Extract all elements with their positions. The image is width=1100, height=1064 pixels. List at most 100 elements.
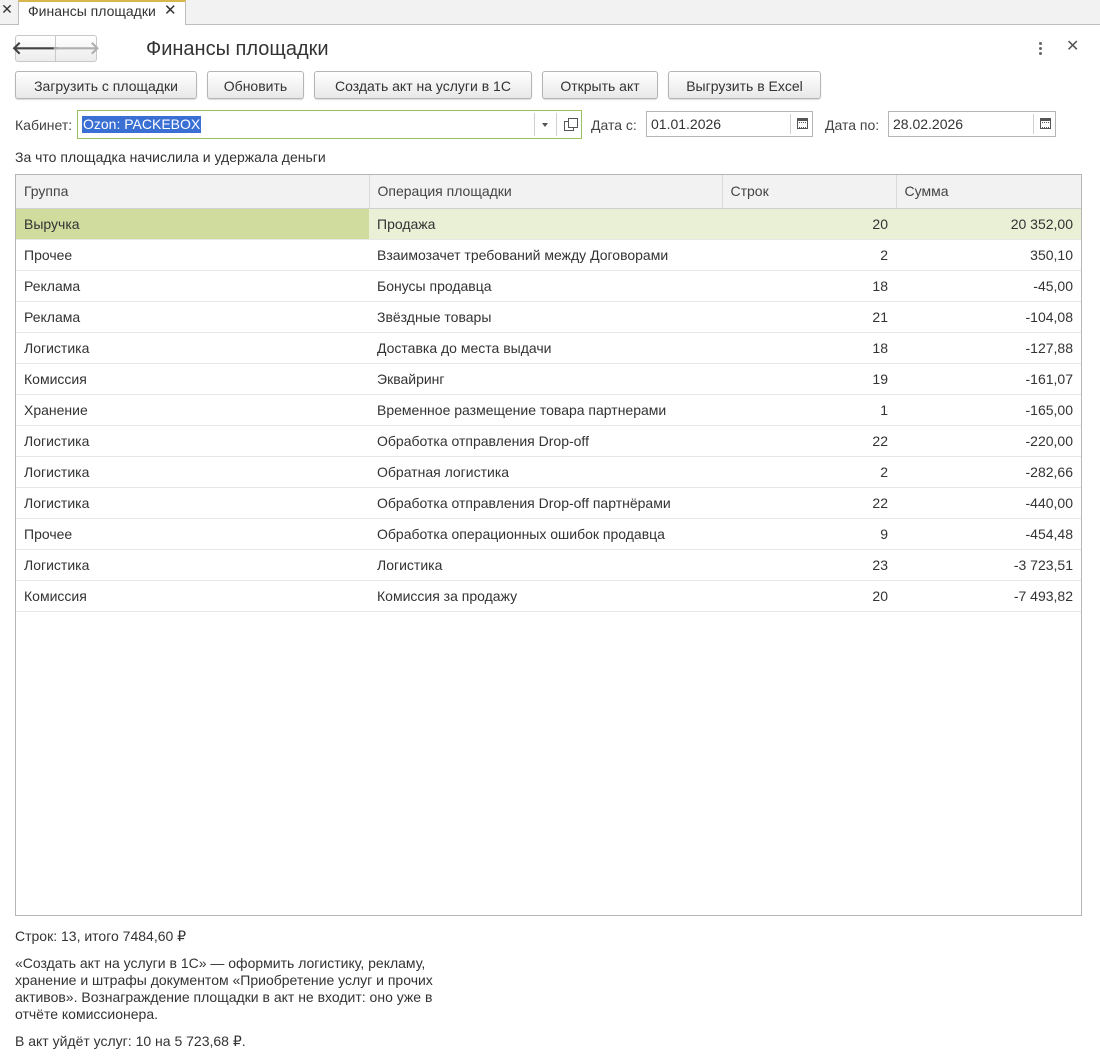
cell-count[interactable]: 20 [722, 580, 896, 612]
cell-operation[interactable]: Продажа [369, 208, 722, 240]
cell-group[interactable]: Хранение [16, 394, 369, 426]
table-row[interactable]: Логистика Доставка до места выдачи 18 -127,… [16, 332, 1081, 364]
cell-sum[interactable]: 350,10 [896, 239, 1081, 271]
cell-group[interactable]: Прочее [16, 518, 369, 550]
table-row[interactable]: Логистика Обратная логистика 2 -282,66 [16, 456, 1081, 488]
cell-sum[interactable]: -454,48 [896, 518, 1081, 550]
cell-group[interactable]: Логистика [16, 487, 369, 519]
open-act-button[interactable]: Открыть акт [542, 71, 658, 99]
create-act-button[interactable]: Создать акт на услуги в 1С [314, 71, 532, 99]
table-row[interactable]: Комиссия Эквайринг 19 -161,07 [16, 363, 1081, 395]
cell-count[interactable]: 2 [722, 456, 896, 488]
cabinet-label: Кабинет: [15, 117, 73, 133]
calendar-icon[interactable] [797, 118, 808, 129]
cell-sum[interactable]: -7 493,82 [896, 580, 1081, 612]
dropdown-icon[interactable] [542, 123, 548, 127]
summary-text: Строк: 13, итого 7484,60 ₽ [15, 928, 187, 944]
close-icon[interactable]: ✕ [0, 0, 14, 24]
cell-operation[interactable]: Логистика [369, 549, 722, 581]
cell-group[interactable]: Логистика [16, 332, 369, 364]
table-row[interactable]: Прочее Взаимозачет требований между Догов… [16, 239, 1081, 271]
cell-count[interactable]: 19 [722, 363, 896, 395]
cell-group[interactable]: Комиссия [16, 363, 369, 395]
cell-group[interactable]: Прочее [16, 239, 369, 271]
table-header: Группа Операция площадки Строк Сумма [16, 175, 1081, 209]
cell-group[interactable]: Логистика [16, 425, 369, 457]
cell-group[interactable]: Реклама [16, 270, 369, 302]
date-to-label: Дата по: [825, 117, 880, 133]
forward-arrow-icon[interactable]: 🡒 [52, 36, 100, 61]
act-total-text: В акт уйдёт услуг: 10 на 5 723,68 ₽. [15, 1033, 246, 1049]
cell-sum[interactable]: -161,07 [896, 363, 1081, 395]
cell-sum[interactable]: -45,00 [896, 270, 1081, 302]
table-row[interactable]: Логистика Обработка отправления Drop-off … [16, 487, 1081, 519]
more-menu-icon[interactable] [1034, 38, 1046, 58]
cell-sum[interactable]: -440,00 [896, 487, 1081, 519]
refresh-button[interactable]: Обновить [207, 71, 304, 99]
cell-operation[interactable]: Бонусы продавца [369, 270, 722, 302]
cell-sum[interactable]: -282,66 [896, 456, 1081, 488]
table-row[interactable]: Прочее Обработка операционных ошибок прод… [16, 518, 1081, 550]
calendar-icon[interactable] [1040, 118, 1051, 129]
cell-count[interactable]: 18 [722, 332, 896, 364]
cell-group[interactable]: Логистика [16, 456, 369, 488]
column-header-count[interactable]: Строк [722, 175, 897, 209]
cell-operation[interactable]: Звёздные товары [369, 301, 722, 333]
cell-count[interactable]: 2 [722, 239, 896, 271]
open-icon[interactable] [564, 118, 578, 131]
close-icon[interactable]: ✕ [1066, 37, 1079, 57]
tab-close-icon[interactable]: ✕ [164, 2, 177, 20]
column-header-sum[interactable]: Сумма [896, 175, 1081, 209]
cell-count[interactable]: 18 [722, 270, 896, 302]
cell-operation[interactable]: Обработка операционных ошибок продавца [369, 518, 722, 550]
cell-count[interactable]: 22 [722, 425, 896, 457]
cell-group[interactable]: Комиссия [16, 580, 369, 612]
page-title: Финансы площадки [146, 38, 329, 60]
cell-group[interactable]: Выручка [16, 208, 369, 240]
cell-count[interactable]: 20 [722, 208, 896, 240]
table-row[interactable]: Выручка Продажа 20 20 352,00 [16, 208, 1081, 240]
cell-count[interactable]: 22 [722, 487, 896, 519]
cell-group[interactable]: Логистика [16, 549, 369, 581]
cell-sum[interactable]: -104,08 [896, 301, 1081, 333]
cell-count[interactable]: 1 [722, 394, 896, 426]
cell-group[interactable]: Реклама [16, 301, 369, 333]
column-header-operation[interactable]: Операция площадки [369, 175, 723, 209]
cabinet-value: Ozon: PACKEBOX [82, 116, 202, 133]
cell-operation[interactable]: Взаимозачет требований между Договорами [369, 239, 722, 271]
cell-sum[interactable]: -127,88 [896, 332, 1081, 364]
cell-operation[interactable]: Эквайринг [369, 363, 722, 395]
table-row[interactable]: Логистика Обработка отправления Drop-off 2… [16, 425, 1081, 457]
date-from-field[interactable]: 01.01.2026 [646, 111, 813, 137]
cell-operation[interactable]: Обратная логистика [369, 456, 722, 488]
cell-count[interactable]: 9 [722, 518, 896, 550]
cell-sum[interactable]: -220,00 [896, 425, 1081, 457]
cell-operation[interactable]: Обработка отправления Drop-off партнёрам… [369, 487, 722, 519]
cabinet-select[interactable]: Ozon: PACKEBOX [77, 110, 582, 139]
load-from-marketplace-button[interactable]: Загрузить с площадки [15, 71, 197, 99]
table-row[interactable]: Комиссия Комиссия за продажу 20 -7 493,82 [16, 580, 1081, 612]
cell-sum[interactable]: -165,00 [896, 394, 1081, 426]
back-arrow-icon[interactable]: 🡐 [11, 36, 60, 61]
cell-operation[interactable]: Обработка отправления Drop-off [369, 425, 722, 457]
date-from-value: 01.01.2026 [651, 116, 722, 132]
cell-sum[interactable]: 20 352,00 [896, 208, 1081, 240]
navigation-buttons: 🡐 🡒 [11, 35, 100, 62]
table-row[interactable]: Реклама Бонусы продавца 18 -45,00 [16, 270, 1081, 302]
date-to-field[interactable]: 28.02.2026 [888, 111, 1056, 137]
cell-count[interactable]: 23 [722, 549, 896, 581]
cell-operation[interactable]: Комиссия за продажу [369, 580, 722, 612]
cell-operation[interactable]: Временное размещение товара партнерами [369, 394, 722, 426]
table-row[interactable]: Реклама Звёздные товары 21 -104,08 [16, 301, 1081, 333]
table-row[interactable]: Логистика Логистика 23 -3 723,51 [16, 549, 1081, 581]
column-header-group[interactable]: Группа [16, 175, 370, 209]
cell-count[interactable]: 21 [722, 301, 896, 333]
finance-table[interactable]: Группа Операция площадки Строк Сумма Выр… [15, 174, 1082, 916]
tab-finances[interactable]: Финансы площадки ✕ [18, 0, 186, 25]
cell-sum[interactable]: -3 723,51 [896, 549, 1081, 581]
table-row[interactable]: Хранение Временное размещение товара парт… [16, 394, 1081, 426]
act-note: «Создать акт на услуги в 1С» — оформить … [15, 955, 433, 1022]
cell-operation[interactable]: Доставка до места выдачи [369, 332, 722, 364]
export-excel-button[interactable]: Выгрузить в Excel [668, 71, 821, 99]
date-from-label: Дата с: [591, 117, 637, 133]
